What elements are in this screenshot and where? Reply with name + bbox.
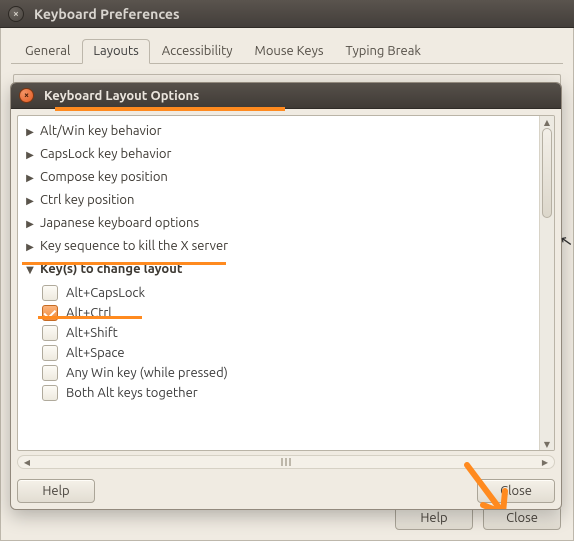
option-alt-shift[interactable]: Alt+Shift xyxy=(22,325,537,341)
option-label: Both Alt keys together xyxy=(66,386,198,400)
inner-body: ▶ Alt/Win key behavior ▶ CapsLock key be… xyxy=(11,109,561,509)
tab-accessibility[interactable]: Accessibility xyxy=(152,40,243,63)
checkbox-icon[interactable] xyxy=(42,285,58,301)
option-label: Alt+Shift xyxy=(66,326,118,340)
options-tree-viewport[interactable]: ▶ Alt/Win key behavior ▶ CapsLock key be… xyxy=(18,116,539,450)
option-alt-capslock[interactable]: Alt+CapsLock xyxy=(22,285,537,301)
scrollbar-grip-icon xyxy=(271,458,301,466)
chevron-down-icon: ▼ xyxy=(24,264,36,276)
option-label: Alt+Space xyxy=(66,346,125,360)
inner-titlebar: × Keyboard Layout Options xyxy=(11,83,561,109)
annotation-underline-group xyxy=(22,262,226,265)
options-tree: ▶ Alt/Win key behavior ▶ CapsLock key be… xyxy=(17,115,555,451)
vertical-scrollbar[interactable]: ▲ ▼ xyxy=(539,116,554,450)
scroll-right-icon[interactable]: ▶ xyxy=(538,456,552,468)
chevron-right-icon: ▶ xyxy=(24,195,36,207)
group-japanese[interactable]: ▶ Japanese keyboard options xyxy=(22,212,537,235)
tab-mouse-keys[interactable]: Mouse Keys xyxy=(245,40,334,63)
annotation-underline-option xyxy=(38,316,142,319)
scrollbar-thumb[interactable] xyxy=(542,128,552,218)
horizontal-scrollbar[interactable]: ◀ ▶ xyxy=(17,455,555,469)
keyboard-layout-options-dialog: × Keyboard Layout Options ▶ Alt/Win key … xyxy=(10,82,562,510)
outer-title: Keyboard Preferences xyxy=(34,6,180,22)
tab-typing-break[interactable]: Typing Break xyxy=(335,40,431,63)
inner-title: Keyboard Layout Options xyxy=(44,89,199,103)
chevron-right-icon: ▶ xyxy=(24,241,36,253)
checkbox-icon[interactable] xyxy=(42,365,58,381)
group-capslock[interactable]: ▶ CapsLock key behavior xyxy=(22,143,537,166)
chevron-right-icon: ▶ xyxy=(24,218,36,230)
group-kill-x[interactable]: ▶ Key sequence to kill the X server xyxy=(22,235,537,258)
option-label: Any Win key (while pressed) xyxy=(66,366,228,380)
inner-close-button[interactable]: Close xyxy=(477,479,555,503)
inner-button-row: Help Close xyxy=(17,479,555,503)
chevron-right-icon: ▶ xyxy=(24,172,36,184)
inner-close-icon[interactable]: × xyxy=(19,88,34,103)
group-compose[interactable]: ▶ Compose key position xyxy=(22,166,537,189)
scroll-up-icon[interactable]: ▲ xyxy=(542,117,552,127)
chevron-right-icon: ▶ xyxy=(24,149,36,161)
group-ctrl[interactable]: ▶ Ctrl key position xyxy=(22,189,537,212)
tab-layouts[interactable]: Layouts xyxy=(82,39,149,64)
checkbox-icon[interactable] xyxy=(42,325,58,341)
chevron-right-icon: ▶ xyxy=(24,126,36,138)
outer-titlebar: × Keyboard Preferences xyxy=(0,0,574,28)
annotation-underline-title xyxy=(55,107,285,111)
group-alt-win[interactable]: ▶ Alt/Win key behavior xyxy=(22,120,537,143)
scroll-left-icon[interactable]: ◀ xyxy=(20,456,34,468)
option-any-win[interactable]: Any Win key (while pressed) xyxy=(22,365,537,381)
option-label: Alt+CapsLock xyxy=(66,286,145,300)
tab-bar: General Layouts Accessibility Mouse Keys… xyxy=(11,38,563,64)
checkbox-icon[interactable] xyxy=(42,385,58,401)
inner-help-button[interactable]: Help xyxy=(17,479,95,503)
tab-general[interactable]: General xyxy=(15,40,80,63)
scroll-down-icon[interactable]: ▼ xyxy=(542,439,552,449)
outer-close-icon[interactable]: × xyxy=(8,6,24,22)
keyboard-preferences-window: × Keyboard Preferences General Layouts A… xyxy=(0,0,574,541)
option-both-alt[interactable]: Both Alt keys together xyxy=(22,385,537,401)
checkbox-icon[interactable] xyxy=(42,345,58,361)
option-alt-space[interactable]: Alt+Space xyxy=(22,345,537,361)
